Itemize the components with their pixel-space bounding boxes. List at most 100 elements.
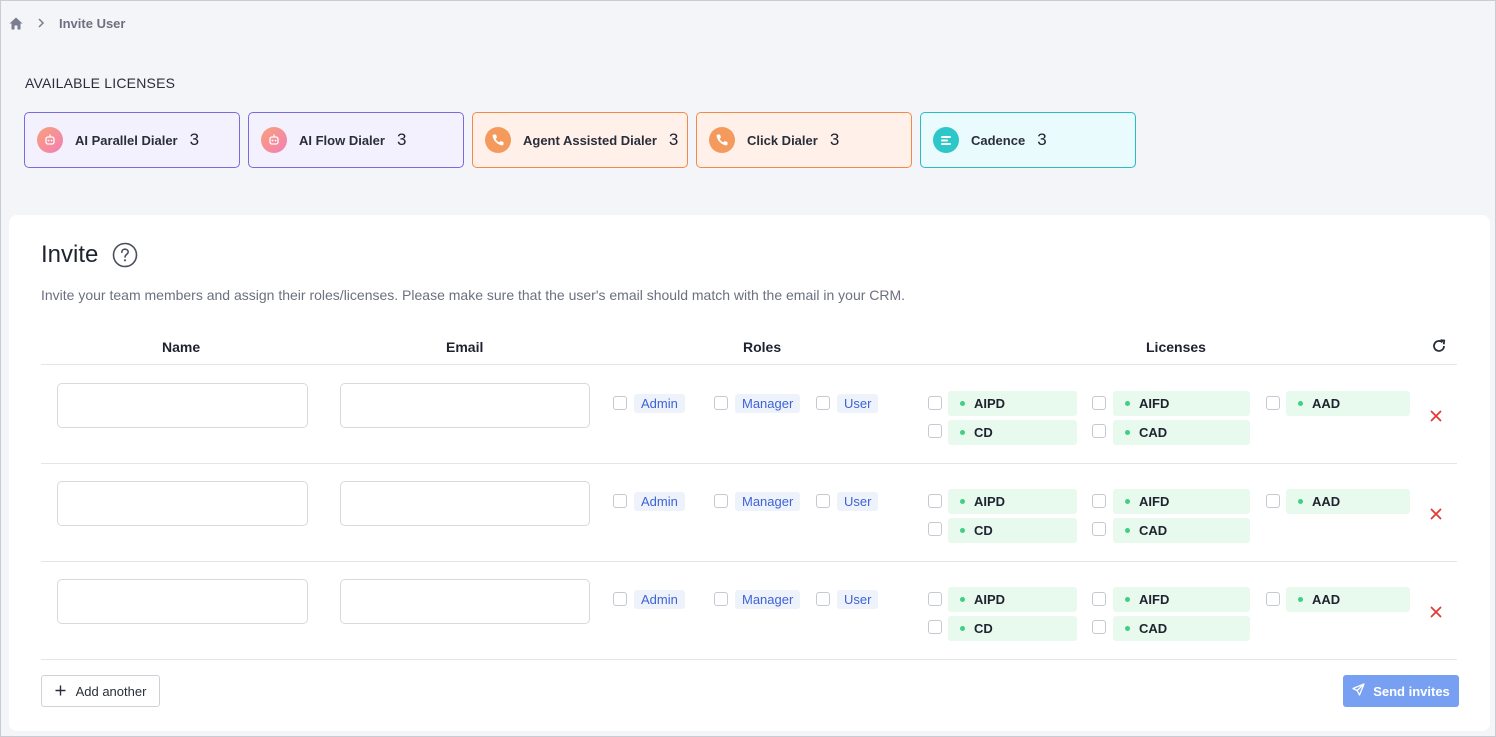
role-checkbox-manager[interactable] xyxy=(714,396,728,410)
send-invites-button[interactable]: Send invites xyxy=(1343,675,1459,707)
role-tag-admin: Admin xyxy=(634,394,685,413)
status-dot xyxy=(1125,430,1130,435)
license-tag-aad: AAD xyxy=(1286,489,1410,514)
status-dot xyxy=(960,597,965,602)
status-dot xyxy=(960,626,965,631)
add-another-button[interactable]: Add another xyxy=(41,675,160,707)
status-dot xyxy=(1125,626,1130,631)
help-icon[interactable] xyxy=(112,242,138,268)
license-count: 3 xyxy=(396,130,407,149)
license-checkbox-cad[interactable] xyxy=(1092,424,1106,438)
role-tag-user: User xyxy=(837,590,879,609)
license-tag-cd: CD xyxy=(948,518,1077,543)
email-input[interactable] xyxy=(340,383,590,428)
license-tag-label: CD xyxy=(974,425,993,440)
role-checkbox-admin[interactable] xyxy=(613,592,627,606)
license-checkbox-cad[interactable] xyxy=(1092,522,1106,536)
license-tag-cad: CAD xyxy=(1113,616,1250,641)
role-checkbox-user[interactable] xyxy=(816,592,830,606)
license-checkbox-aad[interactable] xyxy=(1266,592,1280,606)
license-checkbox-cd[interactable] xyxy=(928,424,942,438)
table-header: Name Email Roles Licenses xyxy=(41,333,1457,365)
column-header-licenses: Licenses xyxy=(1146,339,1206,355)
status-dot xyxy=(960,430,965,435)
status-dot xyxy=(1125,499,1130,504)
email-input[interactable] xyxy=(340,579,590,624)
license-tag-cad: CAD xyxy=(1113,518,1250,543)
role-checkbox-admin[interactable] xyxy=(613,494,627,508)
license-checkbox-cd[interactable] xyxy=(928,620,942,634)
remove-row-icon[interactable] xyxy=(1430,605,1442,618)
license-name: Cadence xyxy=(971,132,1026,148)
role-tag-admin: Admin xyxy=(634,590,685,609)
license-checkbox-aifd[interactable] xyxy=(1092,396,1106,410)
license-checkbox-cd[interactable] xyxy=(928,522,942,536)
license-tag-label: AIFD xyxy=(1139,494,1170,509)
email-input[interactable] xyxy=(340,481,590,526)
role-checkbox-admin[interactable] xyxy=(613,396,627,410)
remove-row-icon[interactable] xyxy=(1430,507,1442,520)
status-dot xyxy=(1125,528,1130,533)
name-input[interactable] xyxy=(57,481,308,526)
license-tag-label: CD xyxy=(974,523,993,538)
license-checkbox-cad[interactable] xyxy=(1092,620,1106,634)
invite-panel: Invite Invite your team members and assi… xyxy=(9,215,1490,731)
send-invites-label: Send invites xyxy=(1373,683,1450,699)
license-name: Click Dialer xyxy=(747,132,818,148)
license-tag-aifd: AIFD xyxy=(1113,587,1250,612)
name-input[interactable] xyxy=(57,383,308,428)
column-header-email: Email xyxy=(446,339,484,355)
license-card-click-dialer: Click Dialer 3 xyxy=(696,112,912,168)
role-checkbox-manager[interactable] xyxy=(714,494,728,508)
license-card-agent-assisted-dialer: Agent Assisted Dialer 3 xyxy=(472,112,688,168)
license-tag-label: CAD xyxy=(1139,523,1168,538)
license-card-ai-parallel-dialer: AI Parallel Dialer 3 xyxy=(24,112,240,168)
invite-description: Invite your team members and assign thei… xyxy=(41,287,906,303)
role-checkbox-user[interactable] xyxy=(816,396,830,410)
status-dot xyxy=(960,401,965,406)
license-count: 3 xyxy=(829,130,840,149)
license-name: Agent Assisted Dialer xyxy=(523,132,657,148)
role-tag-user: User xyxy=(837,394,879,413)
remove-row-icon[interactable] xyxy=(1430,409,1442,422)
role-tag-manager: Manager xyxy=(735,492,801,511)
license-checkbox-aipd[interactable] xyxy=(928,494,942,508)
license-cards: AI Parallel Dialer 3 AI Flow Dialer 3 Ag… xyxy=(24,112,1136,168)
role-checkbox-manager[interactable] xyxy=(714,592,728,606)
licenses-heading: AVAILABLE LICENSES xyxy=(25,75,176,91)
column-header-name: Name xyxy=(162,339,201,355)
role-tag-user: User xyxy=(837,492,879,511)
chevron-right-icon xyxy=(37,18,47,28)
license-tag-label: AAD xyxy=(1312,396,1341,411)
license-name: AI Parallel Dialer xyxy=(75,132,178,148)
home-icon[interactable] xyxy=(9,16,23,30)
license-card-cadence: Cadence 3 xyxy=(920,112,1136,168)
license-checkbox-aad[interactable] xyxy=(1266,494,1280,508)
status-dot xyxy=(1125,401,1130,406)
invite-title: Invite xyxy=(41,241,138,269)
phone-icon xyxy=(709,127,735,153)
role-checkbox-user[interactable] xyxy=(816,494,830,508)
breadcrumb: Invite User xyxy=(9,14,125,32)
license-tag-aad: AAD xyxy=(1286,391,1410,416)
license-checkbox-aad[interactable] xyxy=(1266,396,1280,410)
license-tag-label: AIPD xyxy=(974,396,1006,411)
page-title: Invite xyxy=(41,241,99,268)
robot-icon xyxy=(37,127,63,153)
phone-icon xyxy=(485,127,511,153)
license-tag-label: CAD xyxy=(1139,425,1168,440)
license-tag-aipd: AIPD xyxy=(948,587,1077,612)
license-checkbox-aipd[interactable] xyxy=(928,592,942,606)
name-input[interactable] xyxy=(57,579,308,624)
license-tag-label: AIFD xyxy=(1139,592,1170,607)
refresh-icon[interactable] xyxy=(1431,338,1447,354)
license-tag-label: AIPD xyxy=(974,494,1006,509)
license-checkbox-aifd[interactable] xyxy=(1092,494,1106,508)
license-checkbox-aipd[interactable] xyxy=(928,396,942,410)
column-header-roles: Roles xyxy=(743,339,782,355)
license-card-ai-flow-dialer: AI Flow Dialer 3 xyxy=(248,112,464,168)
license-count: 3 xyxy=(668,130,679,149)
license-tag-label: AIFD xyxy=(1139,396,1170,411)
license-checkbox-aifd[interactable] xyxy=(1092,592,1106,606)
status-dot xyxy=(1298,401,1303,406)
